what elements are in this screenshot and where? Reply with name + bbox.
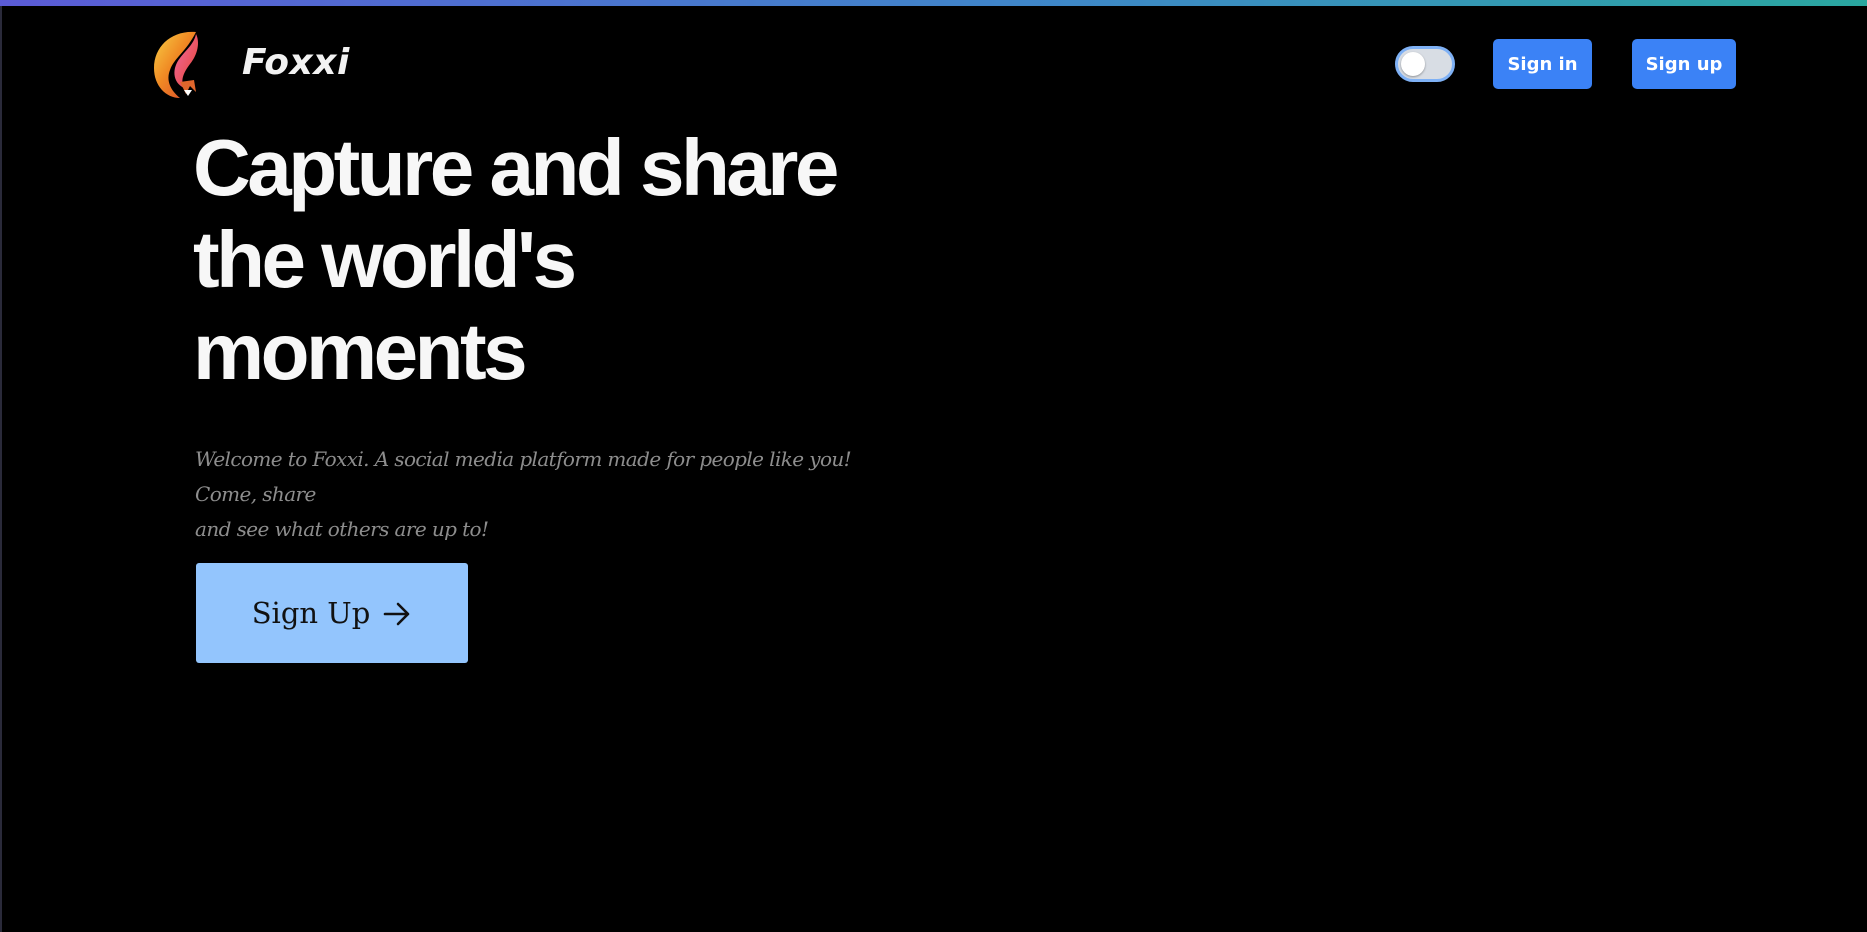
- window-left-edge: [0, 6, 2, 932]
- cta-label: Sign Up: [251, 596, 371, 630]
- sign-up-button[interactable]: Sign up: [1632, 39, 1736, 89]
- fox-logo-icon[interactable]: [150, 28, 208, 100]
- navbar: Foxxi Sign in Sign up: [0, 6, 1867, 116]
- headline-line: Capture and share: [193, 123, 839, 212]
- toggle-knob: [1401, 52, 1425, 76]
- headline-line: moments: [193, 307, 528, 396]
- brand-name[interactable]: Foxxi: [242, 42, 350, 83]
- sign-in-button[interactable]: Sign in: [1493, 39, 1592, 89]
- subtext-line: Welcome to Foxxi. A social media platfor…: [195, 447, 852, 506]
- hero-subtext: Welcome to Foxxi. A social media platfor…: [195, 442, 915, 547]
- hero-sign-up-button[interactable]: Sign Up: [196, 563, 468, 663]
- hero-headline: Capture and share the world's moments: [193, 122, 913, 398]
- headline-line: the world's: [193, 215, 577, 304]
- arrow-right-icon: [382, 600, 412, 626]
- theme-toggle[interactable]: [1395, 46, 1455, 82]
- subtext-line: and see what others are up to!: [195, 517, 489, 541]
